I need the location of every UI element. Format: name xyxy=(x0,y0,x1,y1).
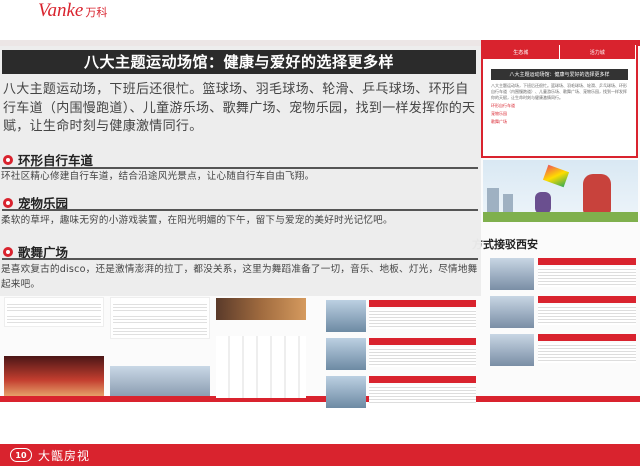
footer-bar: 10 大甑房视 xyxy=(0,444,640,466)
mini-sub-dance: 歌舞广场 xyxy=(491,119,507,124)
mid-news-column xyxy=(326,300,476,414)
panel-intro: 八大主题运动场，下班后还很忙。篮球场、羽毛球场、轮滑、乒乓球场、环形自行车道（内… xyxy=(3,82,476,134)
concert-photo xyxy=(4,356,104,396)
footer-logo-mark: 10 xyxy=(10,448,32,462)
section-divider xyxy=(2,209,478,211)
panel-title: 八大主题运动场馆：健康与爱好的选择更多样 xyxy=(2,50,476,74)
low-block xyxy=(110,297,210,339)
photo-child xyxy=(535,192,551,214)
brand-logos-grid xyxy=(216,336,306,398)
city-photo xyxy=(490,296,534,328)
city-photo xyxy=(490,258,534,290)
brochure-bottom-rim xyxy=(0,396,640,402)
red-ring-bullet-icon xyxy=(3,154,13,165)
footer-company-name: 大甑房视 xyxy=(38,448,91,463)
mini-page-intro: 八大主题运动场，下班后还很忙。篮球场、羽毛球场、轮滑、乒乓球场、环形自行车道（内… xyxy=(491,83,627,100)
city-tag xyxy=(538,296,636,303)
mini-tab-eco: 生态城 xyxy=(483,45,560,59)
sports-venue-panel: 八大主题运动场馆：健康与爱好的选择更多样 八大主题运动场，下班后还很忙。篮球场、… xyxy=(0,40,481,296)
building-photo xyxy=(110,366,210,396)
low-middle-column xyxy=(110,297,210,339)
mini-page-thumbnail: 生态城 活力城 八大主题运动场馆：健康与爱好的选择更多样 八大主题运动场，下班后… xyxy=(481,43,638,158)
mini-sub-pet: 宠物乐园 xyxy=(491,111,507,116)
section-dance-text: 是喜欢复古的disco，还是激情澎湃的拉丁，都没关系，这里为舞蹈准备了一切，音乐… xyxy=(1,264,478,290)
photo-grass xyxy=(483,212,638,222)
west-access-heading: 方式接驳西安 xyxy=(472,238,538,251)
city-text-lines xyxy=(538,267,636,287)
logo-cn-text: 万科 xyxy=(85,6,108,19)
photo-kite xyxy=(542,164,570,188)
mid-row xyxy=(326,338,476,372)
mini-page-title: 八大主题运动场馆：健康与爱好的选择更多样 xyxy=(491,69,628,80)
section-divider xyxy=(2,258,478,260)
mini-sub-bike: 环形自行车道 xyxy=(491,103,515,108)
low-left-column xyxy=(4,297,104,327)
mini-tab-vitality: 活力城 xyxy=(559,45,636,59)
city-tag xyxy=(538,258,636,265)
city-text-lines xyxy=(538,343,636,363)
section-bike-text: 环社区精心修建自行车道，结合沿途风光景点，让心随自行车自由飞翔。 xyxy=(1,171,315,182)
city-tag xyxy=(538,334,636,341)
city-photo xyxy=(490,334,534,366)
vanke-logo: Vanke 万科 xyxy=(38,0,108,21)
city-row xyxy=(490,258,636,292)
family-kite-photo xyxy=(483,160,638,222)
mid-row xyxy=(326,300,476,334)
mid-row xyxy=(326,376,476,410)
section-pet-text: 柔软的草坪，趣味无穷的小游戏装置，在阳光明媚的下午，留下与爱宠的美好时光记忆吧。 xyxy=(1,215,393,226)
city-rows xyxy=(490,258,636,372)
red-ring-bullet-icon xyxy=(3,246,13,257)
city-text-lines xyxy=(538,305,636,325)
photo-boy xyxy=(583,174,611,214)
city-row xyxy=(490,296,636,330)
food-photo xyxy=(216,298,306,320)
red-ring-bullet-icon xyxy=(3,197,13,208)
logo-latin-text: Vanke xyxy=(38,0,84,21)
mini-page-tabs: 生态城 活力城 xyxy=(483,45,636,59)
low-block xyxy=(4,297,104,327)
city-row xyxy=(490,334,636,368)
